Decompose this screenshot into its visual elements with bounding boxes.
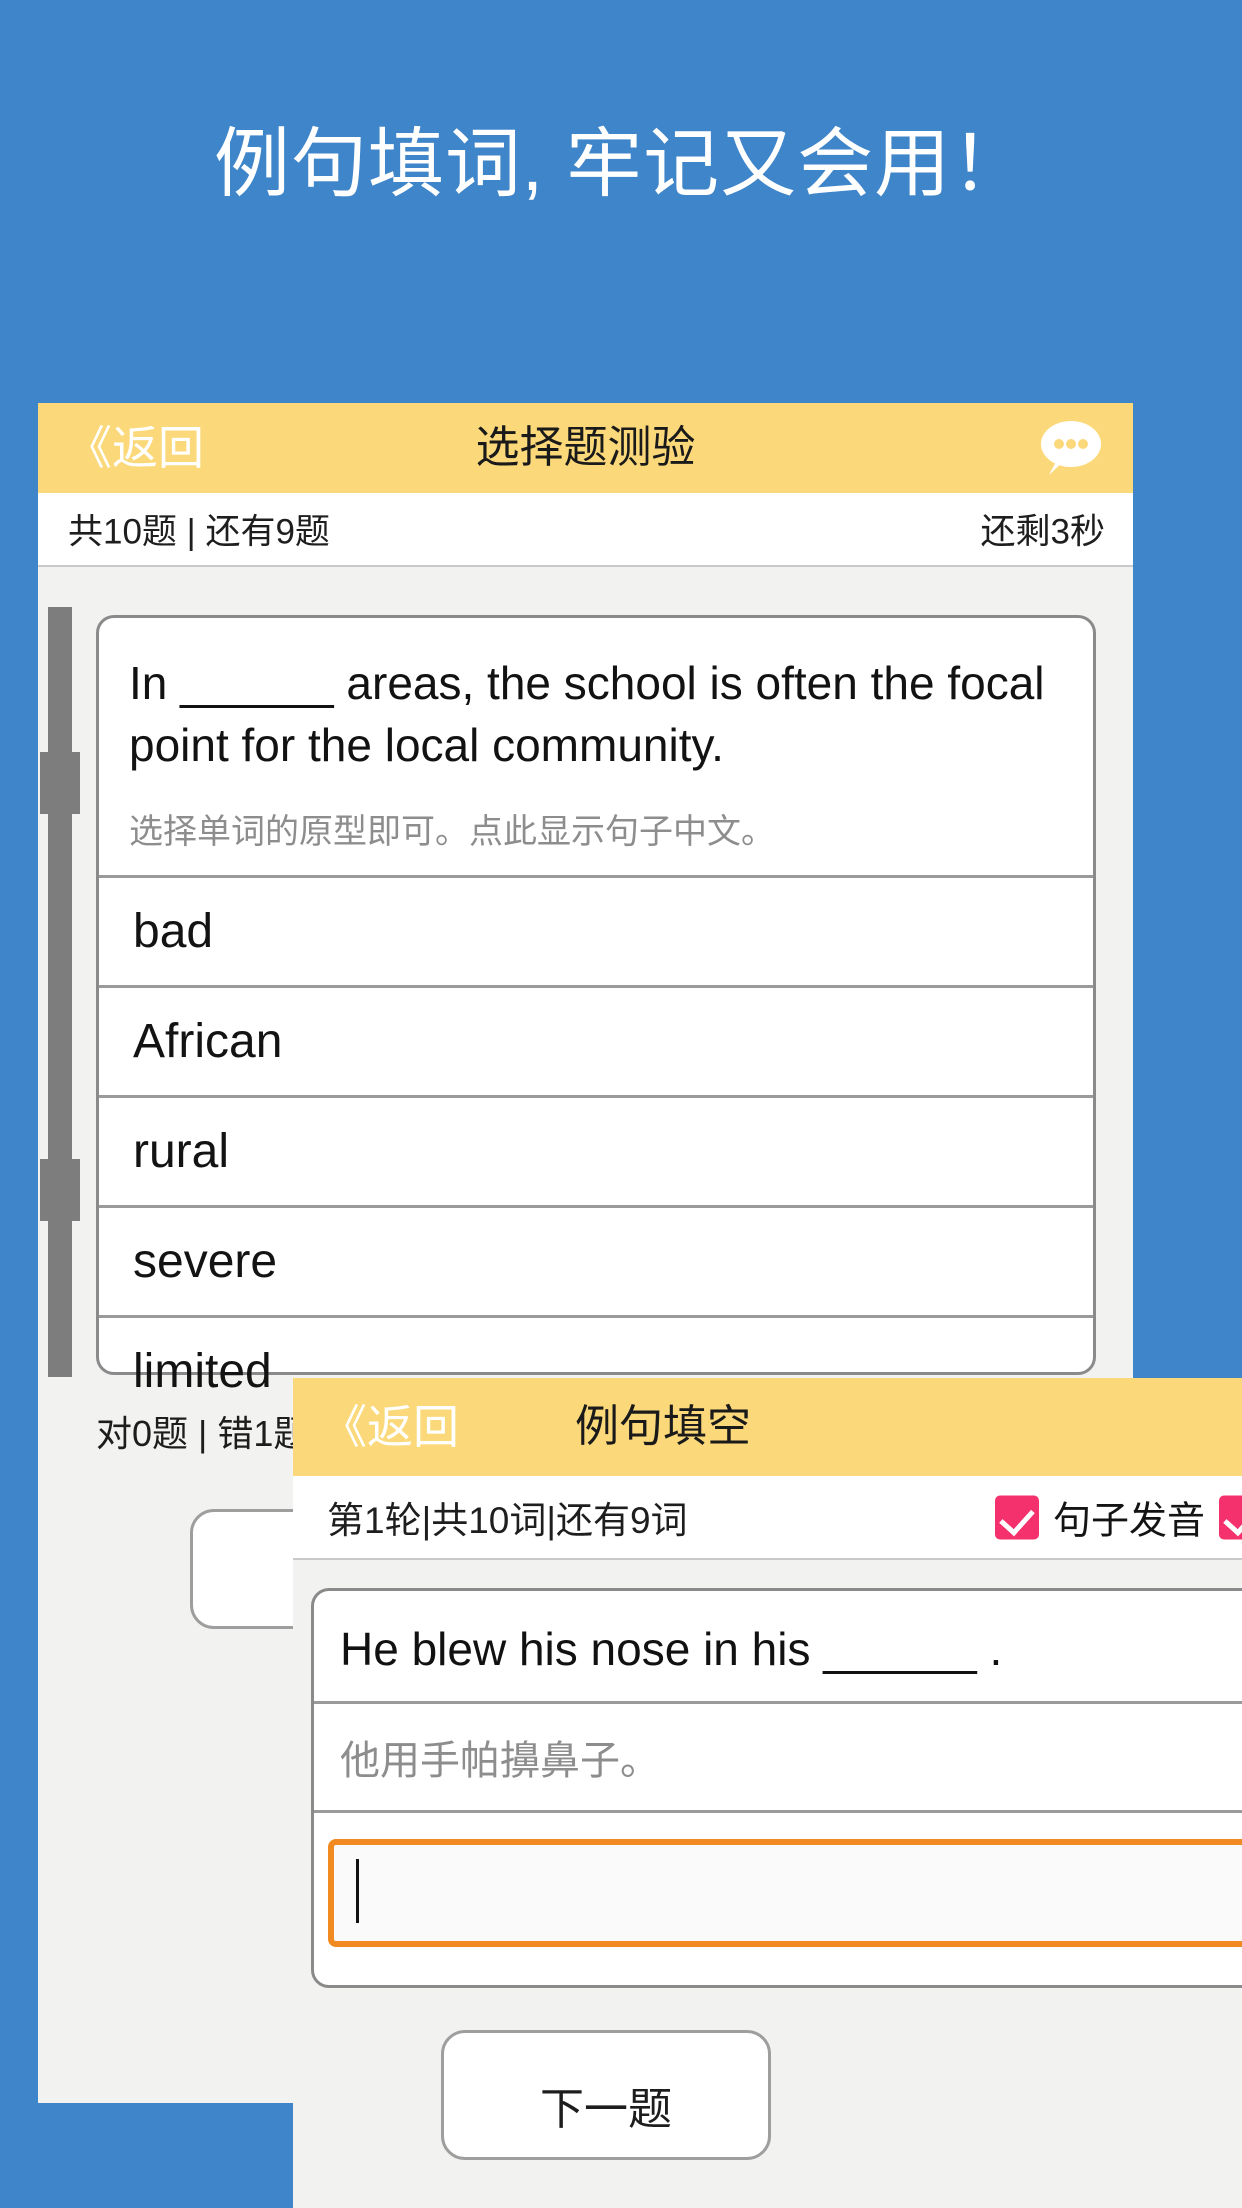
scrollbar-thumb-lower[interactable] [40,1159,80,1221]
fill-progress-text: 第1轮|共10词|还有9词 [327,1500,688,1541]
sentence-audio-checkbox[interactable] [994,1495,1039,1539]
fill-status-bar: 第1轮|共10词|还有9词 句子发音 [293,1476,1242,1560]
option-2[interactable]: rural [99,1098,1093,1208]
sentence-audio-label: 句子发音 [1052,1500,1205,1543]
text-caret [356,1859,359,1923]
answer-input[interactable] [328,1839,1242,1947]
chat-bubble-icon[interactable] [1033,418,1105,478]
fill-card-body: He blew his nose in his ______ . 他用手帕擤鼻子… [293,1560,1242,2208]
quiz-status-bar: 共10题 | 还有9题 还剩3秒 [38,493,1133,567]
fill-card-header: 《返回 例句填空 [293,1378,1242,1476]
fill-options-group: 句子发音 [994,1490,1242,1545]
option-3[interactable]: severe [99,1208,1093,1318]
fill-next-button[interactable]: 下一题 [441,2030,771,2160]
fill-sentence: He blew his nose in his ______ . [314,1591,1242,1704]
fill-question-panel: He blew his nose in his ______ . 他用手帕擤鼻子… [311,1588,1242,1988]
quiz-progress-text: 共10题 | 还有9题 [68,512,330,552]
option-0[interactable]: bad [99,878,1093,988]
quiz-score-text: 对0题 | 错1题 [96,1413,310,1454]
vertical-scrollbar[interactable] [48,607,72,1377]
fill-translation: 他用手帕擤鼻子。 [314,1704,1242,1813]
question-text: In ______ areas, the school is often the… [129,657,1045,771]
second-option-checkbox[interactable] [1219,1495,1242,1539]
question-panel: In ______ areas, the school is often the… [96,615,1096,1398]
quiz-card-title: 选择题测验 [475,423,696,472]
fill-next-button-label: 下一题 [540,2085,672,2134]
option-1[interactable]: African [99,988,1093,1098]
quiz-card-header: 《返回 选择题测验 [38,403,1133,493]
quiz-timer-text: 还剩3秒 [980,512,1105,552]
scrollbar-thumb-upper[interactable] [40,752,80,814]
fill-card-title: 例句填空 [575,1402,751,1451]
fill-blank-card: 《返回 例句填空 第1轮|共10词|还有9词 句子发音 He blew his … [293,1378,1242,2208]
question-hint[interactable]: 选择单词的原型即可。点此显示句子中文。 [99,780,1093,878]
page-title: 例句填词, 牢记又会用！ [213,122,1029,207]
